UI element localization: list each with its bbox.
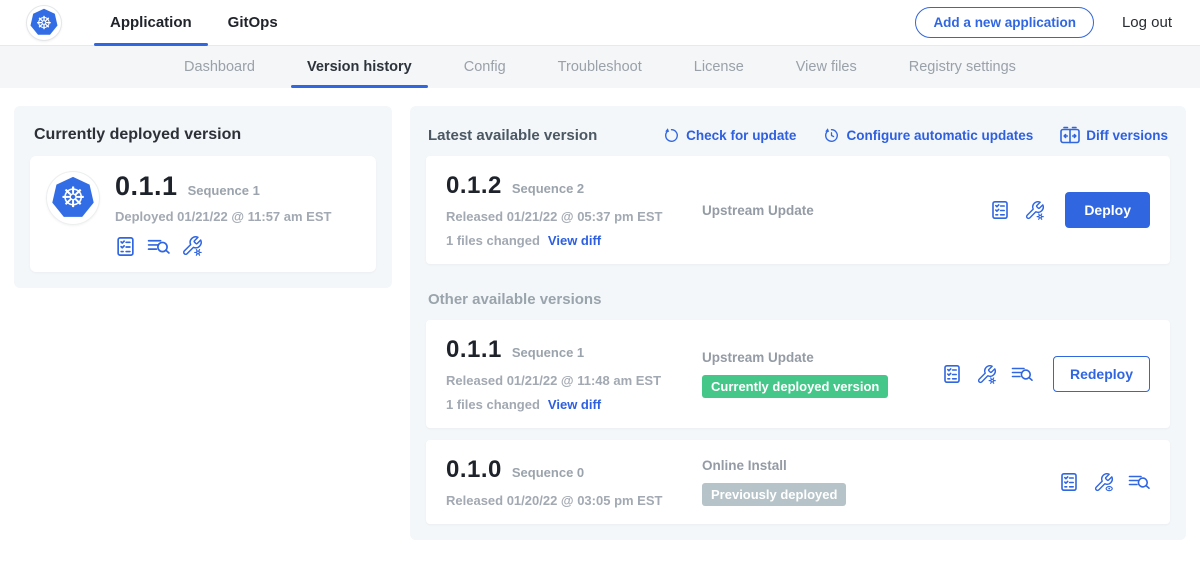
previously-deployed-badge: Previously deployed (702, 483, 846, 506)
version-actions: Check for update Configure automatic upd… (663, 126, 1168, 144)
version-number: 0.1.0 (446, 456, 502, 484)
sequence-label: Sequence 1 (512, 345, 584, 360)
app-tabs: Application GitOps (92, 0, 296, 45)
sequence-label: Sequence 0 (512, 465, 584, 480)
logout-button[interactable]: Log out (1122, 14, 1172, 31)
helm-wheel-icon: ☸ (36, 14, 52, 32)
view-diff-link[interactable]: View diff (548, 233, 601, 248)
version-info: 0.1.2 Sequence 2 Released 01/21/22 @ 05:… (446, 172, 702, 248)
deployed-panel-title: Currently deployed version (34, 126, 376, 144)
subnav-tab-registry-settings[interactable]: Registry settings (883, 46, 1042, 88)
version-card-actions: Deploy (990, 192, 1150, 228)
subnav-tab-license[interactable]: License (668, 46, 770, 88)
main-content: Currently deployed version ☸ 0.1.1 Seque… (0, 88, 1200, 558)
deployed-version-info: 0.1.1 Sequence 1 Deployed 01/21/22 @ 11:… (115, 171, 331, 257)
schedule-icon (823, 127, 840, 144)
deploy-button[interactable]: Deploy (1065, 192, 1150, 228)
configure-automatic-updates-link[interactable]: Configure automatic updates (823, 127, 1033, 144)
available-versions-panel: Latest available version Check for updat… (410, 106, 1186, 540)
version-source: Online Install Previously deployed (702, 458, 1059, 506)
subnav-tab-version-history[interactable]: Version history (281, 46, 438, 88)
view-files-icon[interactable] (1128, 472, 1150, 492)
source-label: Online Install (702, 458, 1059, 473)
files-changed-label: 1 files changed (446, 397, 540, 412)
checklist-icon[interactable] (990, 200, 1010, 220)
latest-available-title: Latest available version (428, 127, 663, 144)
tab-gitops[interactable]: GitOps (210, 0, 296, 45)
version-info: 0.1.1 Sequence 1 Released 01/21/22 @ 11:… (446, 336, 702, 412)
kubernetes-logo[interactable]: ☸ (26, 5, 62, 41)
version-info: 0.1.0 Sequence 0 Released 01/20/22 @ 03:… (446, 456, 702, 508)
view-files-icon[interactable] (1011, 364, 1033, 384)
top-header: ☸ Application GitOps Add a new applicati… (0, 0, 1200, 46)
refresh-icon (663, 127, 680, 144)
helm-wheel-icon: ☸ (60, 184, 85, 212)
subnav-tab-troubleshoot[interactable]: Troubleshoot (532, 46, 668, 88)
released-timestamp: Released 01/21/22 @ 05:37 pm EST (446, 209, 702, 224)
redeploy-button[interactable]: Redeploy (1053, 356, 1150, 392)
wrench-gear-icon[interactable] (976, 364, 997, 385)
subnav-tab-config[interactable]: Config (438, 46, 532, 88)
version-card-actions: Redeploy (942, 356, 1150, 392)
view-files-icon[interactable] (147, 236, 170, 257)
view-diff-link[interactable]: View diff (548, 397, 601, 412)
sequence-label: Sequence 2 (512, 181, 584, 196)
checklist-icon[interactable] (1059, 472, 1079, 492)
files-changed-label: 1 files changed (446, 233, 540, 248)
wrench-gear-icon[interactable] (1024, 200, 1045, 221)
deployed-timestamp: Deployed 01/21/22 @ 11:57 am EST (115, 209, 331, 224)
version-source: Upstream Update Currently deployed versi… (702, 350, 942, 398)
kubernetes-logo-heptagon: ☸ (29, 8, 59, 38)
diff-versions-link[interactable]: Diff versions (1060, 126, 1168, 144)
version-card-0.1.1: 0.1.1 Sequence 1 Released 01/21/22 @ 11:… (426, 320, 1170, 428)
version-number: 0.1.2 (446, 172, 502, 200)
source-label: Upstream Update (702, 203, 990, 218)
source-label: Upstream Update (702, 350, 942, 365)
released-timestamp: Released 01/20/22 @ 03:05 pm EST (446, 493, 702, 508)
released-timestamp: Released 01/21/22 @ 11:48 am EST (446, 373, 702, 388)
check-for-update-link[interactable]: Check for update (663, 127, 796, 144)
version-card-actions (1059, 472, 1150, 493)
app-subnav: Dashboard Version history Config Trouble… (0, 46, 1200, 88)
other-versions-title: Other available versions (428, 291, 1168, 308)
version-card-0.1.2: 0.1.2 Sequence 2 Released 01/21/22 @ 05:… (426, 156, 1170, 264)
header-spacer (296, 0, 916, 45)
deployed-sequence-label: Sequence 1 (188, 183, 260, 198)
deployed-version-number: 0.1.1 (115, 171, 178, 202)
diff-versions-icon (1060, 126, 1080, 144)
currently-deployed-badge: Currently deployed version (702, 375, 888, 398)
deployed-version-card: ☸ 0.1.1 Sequence 1 Deployed 01/21/22 @ 1… (30, 156, 376, 272)
subnav-tab-dashboard[interactable]: Dashboard (158, 46, 281, 88)
subnav-tab-view-files[interactable]: View files (770, 46, 883, 88)
version-card-0.1.0: 0.1.0 Sequence 0 Released 01/20/22 @ 03:… (426, 440, 1170, 524)
checklist-icon[interactable] (942, 364, 962, 384)
wrench-gear-icon[interactable] (181, 235, 203, 257)
checklist-icon[interactable] (115, 236, 136, 257)
version-source: Upstream Update (702, 203, 990, 218)
tab-application[interactable]: Application (92, 0, 210, 45)
app-logo-heptagon: ☸ (50, 175, 96, 221)
version-number: 0.1.1 (446, 336, 502, 364)
app-logo: ☸ (46, 171, 100, 225)
wrench-eye-icon[interactable] (1093, 472, 1114, 493)
add-application-button[interactable]: Add a new application (915, 7, 1094, 38)
currently-deployed-panel: Currently deployed version ☸ 0.1.1 Seque… (14, 106, 392, 288)
